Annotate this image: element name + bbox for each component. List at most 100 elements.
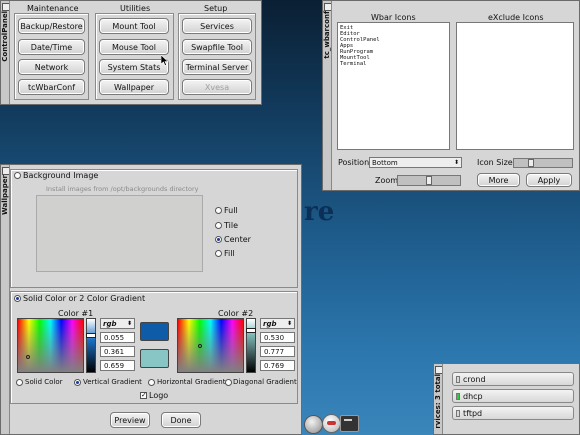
position-label: Position	[338, 158, 370, 167]
group-label-setup: Setup	[204, 4, 228, 13]
icon-size-label: Icon Size	[477, 158, 513, 167]
service-crond[interactable]: crond	[452, 372, 574, 386]
slider-thumb[interactable]	[426, 176, 432, 185]
window-title: rvices: 3 total	[434, 374, 442, 429]
service-tftpd[interactable]: tftpd	[452, 406, 574, 420]
preview-button[interactable]: Preview	[110, 412, 150, 428]
zoom-slider[interactable]	[397, 175, 461, 186]
terminal-server-button[interactable]: Terminal Server	[182, 59, 252, 75]
close-icon[interactable]	[434, 366, 442, 374]
service-status-led	[456, 409, 460, 417]
color2-picker-marker	[198, 344, 202, 348]
color2-red-field[interactable]: 0.530	[260, 332, 295, 343]
color1-blue-field[interactable]: 0.659	[100, 360, 135, 371]
exclude-icons-label: eXclude Icons	[488, 13, 544, 22]
gradient-radio-horizontal[interactable]	[148, 379, 155, 386]
icon-size-slider[interactable]	[513, 158, 573, 168]
list-item[interactable]: Terminal	[340, 61, 447, 67]
more-button[interactable]: More	[477, 173, 520, 187]
color1-picker[interactable]	[17, 318, 84, 373]
service-status-led	[456, 392, 460, 400]
background-image-radio[interactable]	[14, 172, 21, 179]
updown-arrow-icon: ⬍	[453, 159, 459, 166]
color2-blue-field[interactable]: 0.769	[260, 360, 295, 371]
position-select[interactable]: Bottom ⬍	[369, 157, 462, 168]
xvesa-button: Xvesa	[182, 79, 252, 95]
done-button[interactable]: Done	[161, 412, 201, 428]
services-window: rvices: 3 total crond dhcp tftpd	[433, 363, 580, 435]
logo-checkbox[interactable]: ✓	[140, 392, 147, 399]
color1-value-bar[interactable]	[86, 318, 96, 373]
solid-color-radio[interactable]	[14, 295, 21, 302]
swapfile-tool-button[interactable]: Swapfile Tool	[182, 39, 252, 55]
gradient-radio-solid[interactable]	[16, 379, 23, 386]
slider-thumb[interactable]	[528, 159, 534, 167]
gradient-label-solid: Solid Color	[25, 378, 63, 386]
service-status-led	[456, 375, 460, 383]
mouse-cursor-icon	[161, 55, 169, 66]
image-preview-area[interactable]	[36, 195, 203, 272]
window-title: Wallpaper	[1, 175, 9, 215]
color2-swatch[interactable]	[140, 349, 169, 368]
color1-swatch[interactable]	[140, 322, 169, 341]
apps-dock-icon[interactable]	[322, 414, 341, 433]
wbar-conf-window: tc_wbarconf Wbar Icons eXclude Icons Exi…	[322, 0, 580, 191]
slider-thumb[interactable]	[86, 333, 96, 338]
solid-color-label: Solid Color or 2 Color Gradient	[23, 294, 146, 303]
zoom-label: Zoom	[375, 176, 399, 185]
color1-green-field[interactable]: 0.361	[100, 346, 135, 357]
gradient-radio-diagonal[interactable]	[225, 379, 232, 386]
color2-green-field[interactable]: 0.777	[260, 346, 295, 357]
mouse-tool-button[interactable]: Mouse Tool	[99, 39, 169, 55]
system-stats-button[interactable]: System Stats	[99, 59, 169, 75]
gradient-radio-vertical[interactable]	[74, 379, 81, 386]
wbar-icons-list[interactable]: Exit Editor ControlPanel Apps RunProgram…	[337, 22, 450, 150]
color2-picker[interactable]	[177, 318, 244, 373]
logo-label: Logo	[149, 391, 169, 400]
updown-arrow-icon: ⬍	[286, 320, 292, 327]
color2-label: Color #2	[218, 309, 254, 318]
window-title: ControlPanel	[1, 11, 9, 62]
desktop-logo-fragment: re	[304, 197, 335, 227]
layout-label-fill: Fill	[224, 249, 235, 258]
close-icon[interactable]	[1, 3, 9, 11]
control-panel-titlebar[interactable]: ControlPanel	[1, 1, 10, 104]
services-titlebar[interactable]: rvices: 3 total	[434, 364, 443, 434]
layout-radio-full[interactable]	[215, 207, 222, 214]
install-hint-text: Install images from /opt/backgrounds dir…	[46, 185, 199, 193]
tcwbarconf-button[interactable]: tcWbarConf	[18, 79, 85, 95]
layout-radio-center[interactable]	[215, 236, 222, 243]
service-name: crond	[463, 374, 486, 384]
network-button[interactable]: Network	[18, 59, 85, 75]
close-icon[interactable]	[1, 167, 9, 175]
service-name: tftpd	[463, 408, 483, 418]
wallpaper-button[interactable]: Wallpaper	[99, 79, 169, 95]
control-panel-dock-icon[interactable]	[304, 415, 323, 434]
date-time-button[interactable]: Date/Time	[18, 39, 85, 55]
slider-thumb[interactable]	[246, 328, 256, 333]
color1-label: Color #1	[58, 309, 94, 318]
color1-picker-marker	[26, 355, 30, 359]
services-button[interactable]: Services	[182, 18, 252, 34]
color1-mode-select[interactable]: rgb ⬍	[100, 318, 135, 329]
service-dhcp[interactable]: dhcp	[452, 389, 574, 403]
gradient-label-diagonal: Diagonal Gradient	[233, 378, 297, 386]
layout-label-tile: Tile	[224, 221, 239, 230]
layout-radio-tile[interactable]	[215, 222, 222, 229]
color1-red-field[interactable]: 0.055	[100, 332, 135, 343]
layout-radio-fill[interactable]	[215, 250, 222, 257]
wbar-icons-label: Wbar Icons	[371, 13, 416, 22]
terminal-dock-icon[interactable]	[340, 415, 359, 432]
apply-button[interactable]: Apply	[526, 173, 572, 187]
exclude-icons-list[interactable]	[456, 22, 574, 150]
color2-value-bar[interactable]	[246, 318, 256, 373]
layout-label-full: Full	[224, 206, 238, 215]
mode-value: rgb	[103, 319, 117, 328]
wallpaper-titlebar[interactable]: Wallpaper	[1, 165, 10, 434]
backup-restore-button[interactable]: Backup/Restore	[18, 18, 85, 34]
mount-tool-button[interactable]: Mount Tool	[99, 18, 169, 34]
color2-mode-select[interactable]: rgb ⬍	[260, 318, 295, 329]
window-title: tc_wbarconf	[323, 11, 331, 59]
mode-value: rgb	[263, 319, 277, 328]
wbar-conf-titlebar[interactable]: tc_wbarconf	[323, 1, 332, 190]
